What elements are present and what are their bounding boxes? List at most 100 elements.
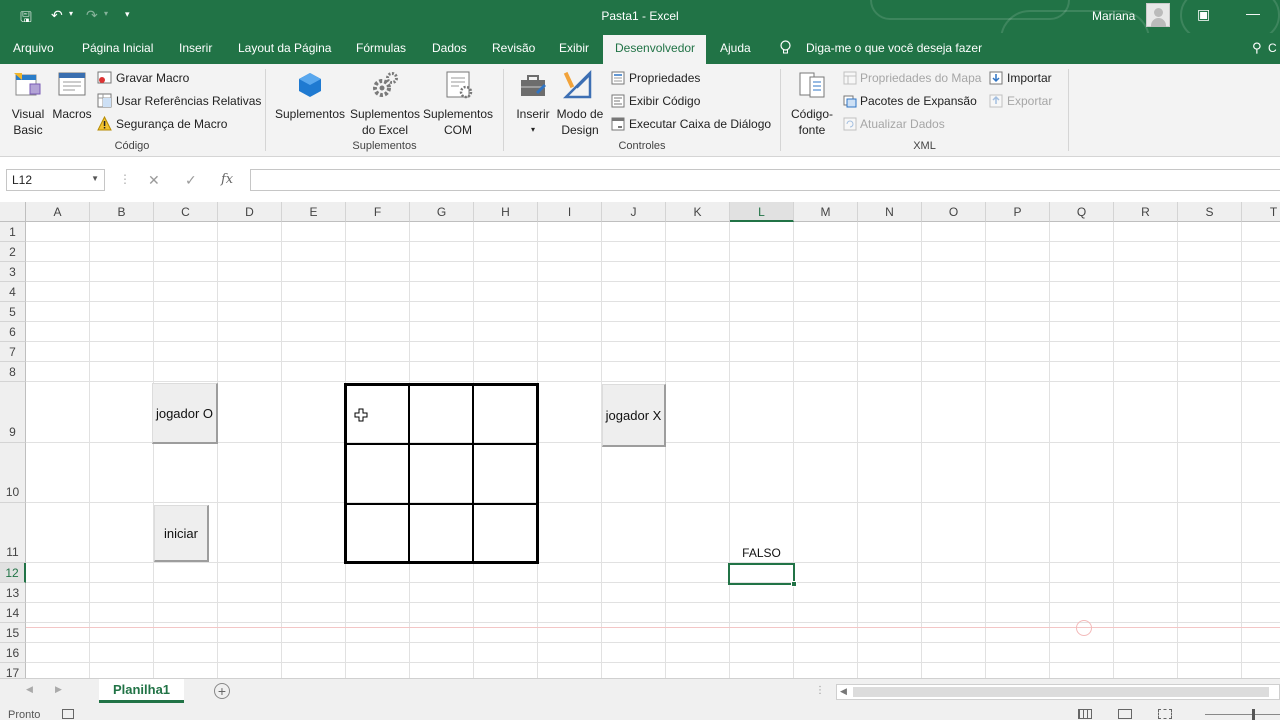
scroll-left-icon[interactable]: ◀ [840,686,847,697]
row-header-10[interactable]: 10 [0,443,26,503]
worksheet[interactable]: ABCDEFGHIJKLMNOPQRST 1 2 3 4 5 6 7 8 9 10 11 12 13 14… [0,202,1280,678]
column-header-t[interactable]: T [1242,202,1280,222]
column-header-s[interactable]: S [1178,202,1242,222]
row-header-14[interactable]: 14 [0,603,26,623]
row-header-17[interactable]: 17 [0,663,26,678]
add-sheet-icon[interactable]: + [214,683,230,699]
row-header-9[interactable]: 9 [0,382,26,443]
propriedades-button[interactable]: Propriedades [629,70,700,86]
inserir-dropdown-icon[interactable]: ▾ [513,122,553,138]
formula-input[interactable] [250,169,1280,191]
page-break-view-icon[interactable] [1158,709,1172,719]
column-header-h[interactable]: H [474,202,538,222]
row-header-5[interactable]: 5 [0,302,26,322]
column-header-q[interactable]: Q [1050,202,1114,222]
jogador-x-button[interactable]: jogador X [602,384,666,447]
propriedades-do-mapa-button[interactable]: Propriedades do Mapa [860,70,981,86]
tab-exibir[interactable]: Exibir [559,41,589,55]
zoom-slider[interactable] [1205,714,1280,715]
selected-cell-l12[interactable] [728,563,797,587]
chevron-down-icon[interactable]: ▼ [91,174,99,183]
row-header-16[interactable]: 16 [0,643,26,663]
modo-de-design-button[interactable]: Modo de Design [554,106,606,138]
normal-view-icon[interactable] [1078,709,1092,719]
macro-recording-icon[interactable] [62,709,74,719]
seguranca-de-macro-button[interactable]: Segurança de Macro [116,116,227,132]
insert-function-icon[interactable]: fx [221,172,233,187]
macros-button[interactable]: Macros [51,106,93,122]
suplementos-com-button[interactable]: Suplementos COM [420,106,496,138]
jogador-o-button[interactable]: jogador O [152,383,218,444]
zoom-slider-thumb[interactable] [1252,709,1255,720]
row-header-12[interactable]: 12 [0,563,26,583]
column-header-l[interactable]: L [730,202,794,222]
board-cell-g11[interactable] [408,503,474,563]
gravar-macro-button[interactable]: Gravar Macro [116,70,189,86]
board-cell-f11[interactable] [345,503,410,563]
horizontal-scrollbar[interactable]: ◀ [836,684,1280,700]
board-cell-g9[interactable] [408,384,474,445]
column-header-a[interactable]: A [26,202,90,222]
minimize-icon[interactable]: — [1246,5,1260,21]
row-header-7[interactable]: 7 [0,342,26,362]
ribbon-display-options-icon[interactable]: ▣ [1197,6,1210,23]
suplementos-do-excel-button[interactable]: Suplementos do Excel [347,106,423,138]
sheet-tab-planilha1[interactable]: Planilha1 [99,679,184,703]
column-header-e[interactable]: E [282,202,346,222]
tab-formulas[interactable]: Fórmulas [356,41,406,55]
column-header-d[interactable]: D [218,202,282,222]
exportar-button[interactable]: Exportar [1007,93,1052,109]
row-header-3[interactable]: 3 [0,262,26,282]
row-header-6[interactable]: 6 [0,322,26,342]
enter-icon[interactable]: ✓ [185,172,197,189]
tab-layout-da-pagina[interactable]: Layout da Página [238,41,331,55]
tab-split-handle[interactable]: ⋮ [815,685,825,696]
codigo-fonte-button[interactable]: Código- fonte [786,106,838,138]
tab-ajuda[interactable]: Ajuda [720,41,751,55]
suplementos-button[interactable]: Suplementos [272,106,348,122]
exibir-codigo-button[interactable]: Exibir Código [629,93,700,109]
inserir-controle-button[interactable]: Inserir [513,106,553,122]
column-header-c[interactable]: C [154,202,218,222]
tab-revisao[interactable]: Revisão [492,41,535,55]
tab-dados[interactable]: Dados [432,41,467,55]
row-header-15[interactable]: 15 [0,623,26,643]
column-header-n[interactable]: N [858,202,922,222]
iniciar-button[interactable]: iniciar [154,505,209,562]
scrollbar-thumb[interactable] [853,687,1269,697]
row-header-11[interactable]: 11 [0,503,26,563]
board-cell-h10[interactable] [472,443,538,505]
share-label[interactable]: C [1268,41,1277,55]
board-cell-h9[interactable] [472,384,538,445]
column-header-b[interactable]: B [90,202,154,222]
tab-arquivo[interactable]: Arquivo [13,41,54,55]
row-header-4[interactable]: 4 [0,282,26,302]
column-header-o[interactable]: O [922,202,986,222]
column-header-m[interactable]: M [794,202,858,222]
board-cell-h11[interactable] [472,503,538,563]
column-header-p[interactable]: P [986,202,1050,222]
visual-basic-button[interactable]: Visual Basic [8,106,48,138]
tab-desenvolvedor[interactable]: Desenvolvedor [603,35,707,64]
column-header-i[interactable]: I [538,202,602,222]
column-header-g[interactable]: G [410,202,474,222]
share-icon[interactable]: ⚲ [1252,40,1262,56]
board-cell-f10[interactable] [345,443,410,505]
board-cell-g10[interactable] [408,443,474,505]
row-header-2[interactable]: 2 [0,242,26,262]
usar-referencias-relativas-button[interactable]: Usar Referências Relativas [116,93,261,109]
row-header-1[interactable]: 1 [0,222,26,242]
row-header-13[interactable]: 13 [0,583,26,603]
fill-handle[interactable] [791,581,797,587]
cancel-icon[interactable]: ✕ [148,172,160,189]
select-all-corner[interactable] [0,202,26,222]
atualizar-dados-button[interactable]: Atualizar Dados [860,116,945,132]
column-header-k[interactable]: K [666,202,730,222]
tab-inserir[interactable]: Inserir [179,41,212,55]
name-box[interactable]: L12 ▼ [6,169,105,191]
pacotes-de-expansao-button[interactable]: Pacotes de Expansão [860,93,977,109]
executar-caixa-de-dialogo-button[interactable]: Executar Caixa de Diálogo [629,116,771,132]
next-sheet-icon[interactable]: ▶ [55,684,62,695]
page-layout-view-icon[interactable] [1118,709,1132,719]
importar-button[interactable]: Importar [1007,70,1052,86]
